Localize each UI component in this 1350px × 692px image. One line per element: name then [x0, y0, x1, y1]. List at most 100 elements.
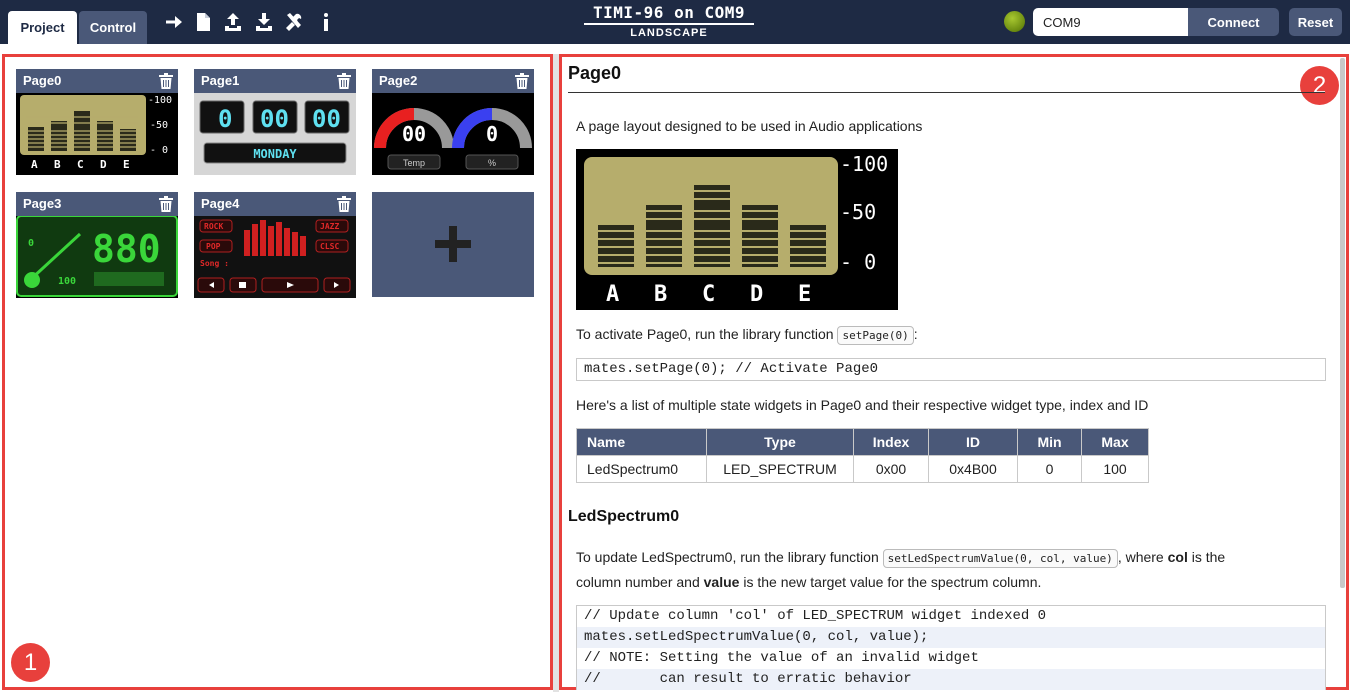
- com-port-input[interactable]: [1033, 8, 1188, 36]
- connection-status-indicator: [1004, 11, 1025, 32]
- table-header: Index: [853, 428, 929, 456]
- page-card-page4[interactable]: Page4 ROCK POP JAZZ CLSC Song :: [194, 192, 356, 298]
- activate-code-block: mates.setPage(0); // Activate Page0: [576, 358, 1326, 381]
- page-card-title: Page4: [201, 196, 240, 211]
- trash-icon[interactable]: [337, 73, 351, 89]
- clock-digit: 00: [312, 105, 341, 133]
- column-label: E: [798, 282, 811, 307]
- meter-digits: 880: [92, 227, 161, 271]
- table-row: LedSpectrum0 LED_SPECTRUM 0x00 0x4B00 0 …: [576, 455, 1149, 483]
- title-divider: [568, 92, 1325, 93]
- page-card-page1[interactable]: Page1 0 00 00 MONDAY: [194, 69, 356, 175]
- scale-label: -50: [150, 120, 168, 131]
- doc-intro: A page layout designed to be used in Aud…: [576, 118, 923, 134]
- column-label: D: [750, 282, 763, 307]
- update-instruction: To update LedSpectrum0, run the library …: [576, 549, 1326, 568]
- update-text: column number and: [576, 574, 700, 590]
- page0-thumbnail: -100 -50 - 0 A B C D E: [20, 95, 172, 171]
- widget-table: Name Type Index ID Min Max LedSpectrum0 …: [576, 428, 1149, 483]
- page-card-page0[interactable]: Page0 -100 -50 - 0 A B C D E: [16, 69, 178, 175]
- scale-label: -50: [840, 200, 876, 224]
- activate-text: To activate Page0, run the library funct…: [576, 326, 834, 342]
- table-cell: 0x00: [853, 455, 929, 483]
- scale-label: - 0: [150, 145, 168, 156]
- activate-suffix: :: [913, 326, 918, 342]
- page-card-title: Page1: [201, 73, 240, 88]
- param-value: value: [703, 574, 740, 590]
- page3-thumbnail: 0 100 880: [16, 216, 178, 297]
- trash-icon[interactable]: [337, 196, 351, 212]
- scale-label: - 0: [840, 250, 876, 274]
- inline-code-setledspectrumvalue: setLedSpectrumValue(0, col, value): [882, 549, 1118, 568]
- page-card-title: Page0: [23, 73, 62, 88]
- page-card-page3[interactable]: Page3 0 100 880: [16, 192, 178, 298]
- page-card-title: Page2: [379, 73, 418, 88]
- column-label: B: [654, 282, 667, 307]
- device-name: TIMI-96 on COM9: [584, 4, 754, 25]
- tab-project[interactable]: Project: [8, 11, 77, 44]
- callout-marker-1: 1: [11, 643, 50, 682]
- update-code-block: // Update column 'col' of LED_SPECTRUM w…: [576, 605, 1326, 690]
- tools-icon[interactable]: [284, 11, 304, 33]
- meter-label: 0: [28, 238, 34, 249]
- scale-label: -100: [148, 95, 172, 106]
- genre-button-label: JAZZ: [320, 222, 339, 231]
- add-page-button[interactable]: [372, 192, 534, 297]
- genre-button-label: ROCK: [204, 222, 223, 231]
- genre-button-label: CLSC: [320, 242, 339, 251]
- page2-thumbnail: 00 0 Temp %: [374, 108, 532, 170]
- page4-thumbnail: ROCK POP JAZZ CLSC Song :: [194, 216, 356, 298]
- table-header: Type: [706, 428, 854, 456]
- code-line: // Update column 'col' of LED_SPECTRUM w…: [584, 608, 1047, 624]
- orientation-label: LANDSCAPE: [630, 27, 708, 39]
- column-label: D: [100, 158, 107, 171]
- code-line: // NOTE: Setting the value of an invalid…: [584, 650, 979, 666]
- table-header: Min: [1017, 428, 1082, 456]
- table-header: ID: [928, 428, 1018, 456]
- scrollbar[interactable]: [1340, 58, 1345, 588]
- reset-button[interactable]: Reset: [1289, 8, 1342, 36]
- new-file-icon[interactable]: [193, 11, 213, 33]
- page-card-page2[interactable]: Page2 00 0 Temp %: [372, 69, 534, 175]
- info-icon[interactable]: [316, 11, 336, 33]
- clock-digit: 00: [260, 105, 289, 133]
- widget-section-title: LedSpectrum0: [568, 508, 680, 525]
- update-text: To update LedSpectrum0, run the library …: [576, 549, 879, 565]
- column-label: B: [54, 158, 61, 171]
- trash-icon[interactable]: [159, 196, 173, 212]
- table-cell: 100: [1081, 455, 1149, 483]
- plus-icon: [435, 226, 471, 262]
- code-line: mates.setLedSpectrumValue(0, col, value)…: [577, 627, 1325, 648]
- inline-code-setpage: setPage(0): [837, 326, 914, 345]
- widget-list-intro: Here's a list of multiple state widgets …: [576, 397, 1149, 413]
- gauge-label: Temp: [403, 158, 425, 168]
- table-cell: LED_SPECTRUM: [706, 455, 854, 483]
- table-cell: LedSpectrum0: [576, 455, 707, 483]
- device-title: TIMI-96 on COM9 LANDSCAPE: [584, 4, 754, 39]
- trash-icon[interactable]: [515, 73, 529, 89]
- column-label: A: [606, 282, 619, 307]
- update-text: is the: [1191, 549, 1226, 565]
- upload-icon[interactable]: [223, 11, 243, 33]
- gauge-label: %: [488, 158, 496, 168]
- connect-button[interactable]: Connect: [1188, 8, 1279, 36]
- code-line: mates.setPage(0); // Activate Page0: [584, 361, 879, 377]
- table-header: Name: [576, 428, 707, 456]
- update-text: is the new target value for the spectrum…: [743, 574, 1042, 590]
- update-instruction-line2: column number and value is the new targe…: [576, 574, 1041, 590]
- table-cell: 0x4B00: [928, 455, 1018, 483]
- table-cell: 0: [1017, 455, 1082, 483]
- column-label: A: [31, 158, 38, 171]
- page1-thumbnail: 0 00 00 MONDAY: [194, 93, 356, 175]
- trash-icon[interactable]: [159, 73, 173, 89]
- tab-control[interactable]: Control: [79, 11, 147, 44]
- activate-instruction: To activate Page0, run the library funct…: [576, 326, 918, 345]
- column-label: C: [77, 158, 84, 171]
- day-label: MONDAY: [253, 147, 297, 161]
- clock-digit: 0: [218, 105, 232, 133]
- arrow-right-icon[interactable]: [164, 11, 184, 33]
- doc-title: Page0: [568, 63, 622, 83]
- download-icon[interactable]: [254, 11, 274, 33]
- scale-label: -100: [840, 152, 888, 176]
- column-label: E: [123, 158, 130, 171]
